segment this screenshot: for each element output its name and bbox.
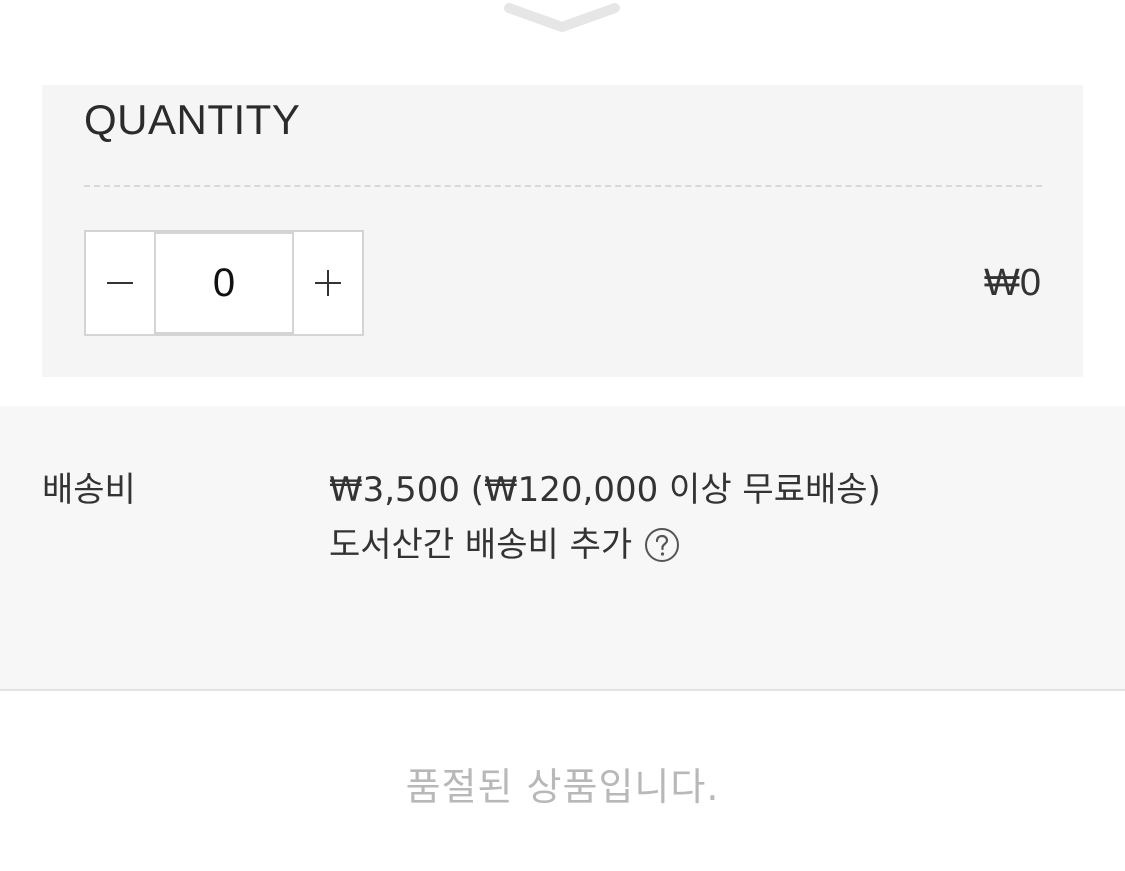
product-options-page: QUANTITY 0 ₩0 배송비 ₩3,500 (₩120,000 이상 무료… [0,0,1125,871]
quantity-stepper[interactable]: 0 [84,230,364,336]
remote-area-row: 도서산간 배송비 추가 [329,523,680,567]
decrement-button[interactable] [86,232,154,334]
increment-button[interactable] [294,232,362,334]
plus-icon[interactable] [313,268,343,298]
total-price: ₩0 [984,262,1041,304]
remote-area-text: 도서산간 배송비 추가 [329,525,633,565]
quantity-panel: QUANTITY 0 ₩0 [42,85,1083,377]
quantity-input[interactable]: 0 [154,232,294,334]
shipping-label: 배송비 [42,470,136,510]
quantity-divider [84,185,1042,187]
quantity-title: QUANTITY [84,96,301,143]
collapse-handle[interactable] [503,0,621,38]
sold-out-message: 품절된 상품입니다. [405,765,720,809]
shipping-fee-text: ₩3,500 (₩120,000 이상 무료배송) [329,470,881,510]
chevron-down-icon[interactable] [503,0,621,38]
question-circle-icon[interactable] [644,527,680,563]
minus-icon[interactable] [105,268,135,298]
shipping-panel: 배송비 ₩3,500 (₩120,000 이상 무료배송) 도서산간 배송비 추… [0,406,1125,691]
